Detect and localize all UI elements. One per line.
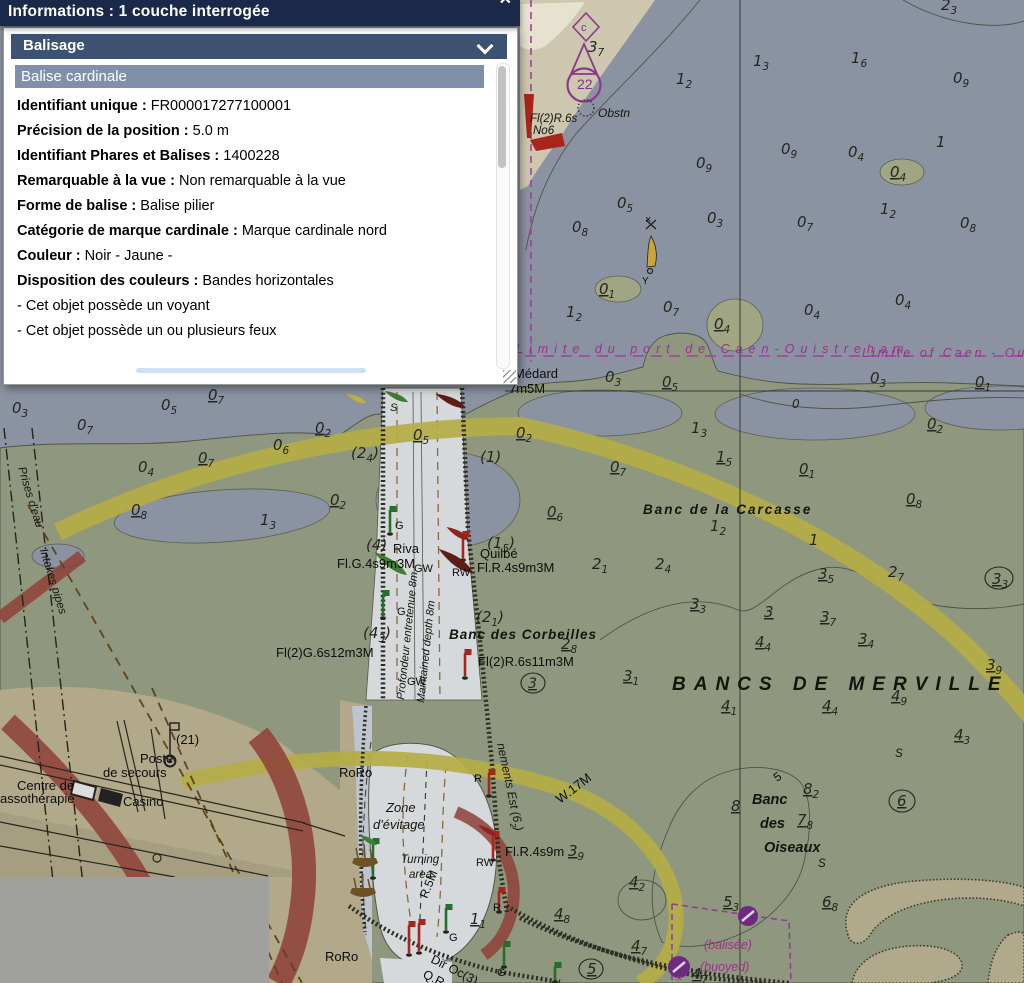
map-label: Y	[642, 276, 649, 287]
map-label: 22	[577, 76, 593, 92]
map-label: BANCS DE MERVILLE	[672, 674, 1009, 695]
sounding: 3	[528, 676, 537, 692]
sounding: (4)	[366, 536, 387, 554]
map-label: des	[760, 816, 785, 832]
map-label: S	[818, 858, 826, 870]
sounding: (43)	[363, 624, 391, 645]
map-label: Quilbé	[480, 546, 518, 561]
map-label: Limite of Caen - Ouistreha	[862, 346, 1024, 360]
info-field: Précision de la position : 5.0 m	[17, 119, 487, 144]
info-field: Identifiant Phares et Balises : 1400228	[17, 144, 487, 169]
section-label: Balisage	[23, 37, 85, 54]
section-balisage[interactable]: Balisage	[11, 34, 507, 59]
info-panel: Balisage Balise cardinale Identifiant un…	[3, 27, 518, 385]
map-label: G	[449, 932, 458, 944]
map-label: Fl.R.4s9m3M	[477, 560, 554, 575]
map-label: d'évitage	[373, 817, 425, 832]
map-label: S	[895, 748, 903, 760]
result-item-balise-cardinale[interactable]: Balise cardinale	[15, 65, 484, 88]
sounding: 0	[792, 397, 800, 411]
sounding: 1	[809, 531, 819, 549]
map-label: Obstn	[598, 106, 630, 120]
info-field: Disposition des couleurs : Bandes horizo…	[17, 269, 487, 294]
map-label: Fl.R.4s9m	[505, 844, 564, 859]
map-label: Poste	[140, 751, 173, 766]
info-field: Remarquable à la vue : Non remarquable à…	[17, 169, 487, 194]
map-label: Banc de la Carcasse	[643, 502, 812, 517]
map-label: RoRo	[325, 949, 358, 964]
vertical-scrollbar[interactable]	[496, 63, 510, 369]
map-label: Fl(2)G.6s12m3M	[276, 645, 374, 660]
sounding: 1	[936, 133, 946, 151]
map-label: Zone	[385, 800, 416, 815]
sounding: 3	[764, 603, 774, 621]
map-label: G	[395, 520, 404, 532]
sounding: 8	[731, 797, 741, 815]
horizontal-scrollbar-thumb[interactable]	[136, 368, 366, 373]
map-label: Turning	[401, 854, 440, 866]
map-label: R	[493, 902, 501, 914]
sounding: (1)	[480, 448, 501, 466]
unloaded-tile	[0, 877, 269, 983]
map-label: Oiseaux	[764, 840, 821, 856]
map-label: Fl(2)R.6s11m3M	[478, 654, 574, 669]
map-label: assothérapie	[0, 791, 74, 806]
map-label: Riva	[393, 541, 420, 556]
info-panel-header[interactable]: Informations : 1 couche interrogée ✕	[0, 0, 520, 26]
map-label: S	[390, 402, 398, 414]
info-field: Catégorie de marque cardinale : Marque c…	[17, 219, 487, 244]
map-label: (buoyed)	[700, 960, 749, 974]
map-label: G	[497, 967, 506, 979]
chevron-down-icon[interactable]	[477, 38, 494, 55]
info-field: Forme de balise : Balise pilier	[17, 194, 487, 219]
map-label: (21)	[176, 732, 199, 747]
info-field: Identifiant unique : FR000017277100001	[17, 94, 487, 119]
info-note: - Cet objet possède un ou plusieurs feux	[17, 319, 487, 344]
map-label: Fl(2)R.6s	[530, 113, 578, 125]
sounding: 5	[587, 960, 597, 978]
map-label: RW	[452, 567, 471, 579]
map-label: c	[581, 22, 587, 34]
info-panel-title: Informations : 1 couche interrogée	[8, 3, 270, 21]
map-label: RoRo	[339, 765, 372, 780]
map-label: No6	[533, 125, 555, 137]
resize-handle[interactable]	[503, 370, 516, 383]
map-label: (balisée)	[704, 938, 752, 952]
map-label: Casino	[123, 794, 163, 809]
close-icon[interactable]: ✕	[499, 0, 512, 8]
vertical-scrollbar-thumb[interactable]	[498, 66, 506, 168]
sounding: (24)	[351, 444, 379, 465]
map-label: R	[474, 773, 482, 785]
map-label: RW	[476, 857, 495, 869]
info-note: - Cet objet possède un voyant	[17, 294, 487, 319]
sounding: (21)	[476, 608, 504, 629]
map-label: Banc des Corbeilles	[449, 627, 597, 642]
map-label: Fl.G.4s9m3M	[337, 556, 415, 571]
map-label: Banc	[752, 792, 787, 808]
info-field: Couleur : Noir - Jaune -	[17, 244, 487, 269]
field-list: Identifiant unique : FR000017277100001Pr…	[17, 94, 487, 344]
sounding: 6	[897, 792, 907, 810]
map-label: Limite du port de Caen-Ouistreham	[516, 342, 909, 356]
map-label: de secours	[103, 765, 167, 780]
map-label: ×	[676, 973, 682, 983]
spoil-ground-mark	[738, 906, 758, 926]
app-window: 3712131609230909041040508030712080112070…	[0, 0, 1024, 983]
map-label: ×	[645, 214, 651, 226]
